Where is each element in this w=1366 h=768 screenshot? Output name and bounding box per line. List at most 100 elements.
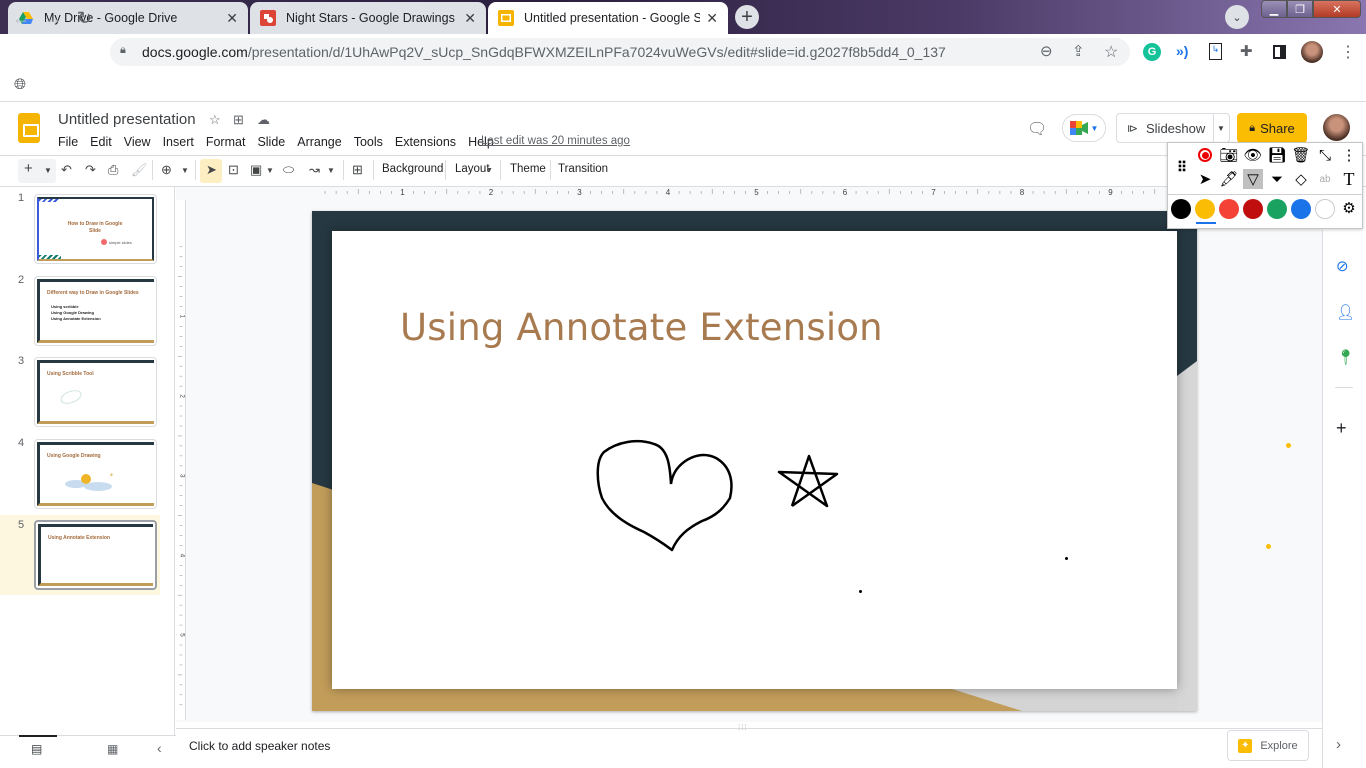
- color-swatch-black[interactable]: [1171, 199, 1191, 219]
- color-swatch-red[interactable]: [1219, 199, 1239, 219]
- layout-button[interactable]: Layout: [455, 163, 490, 175]
- notes-resize-handle[interactable]: ⁞⁞⁞: [738, 723, 748, 732]
- background-button[interactable]: Background: [382, 163, 443, 175]
- highlighter-icon[interactable]: ⏷: [1267, 169, 1287, 189]
- zoom-icon[interactable]: ⊕: [161, 162, 172, 178]
- get-addons-icon[interactable]: +: [1336, 418, 1347, 439]
- forward-icon[interactable]: →: [44, 8, 62, 29]
- color-swatch-green[interactable]: [1267, 199, 1287, 219]
- print-icon[interactable]: ⎙: [108, 162, 118, 178]
- menu-file[interactable]: File: [58, 135, 78, 149]
- menu-format[interactable]: Format: [206, 135, 246, 149]
- slide-thumbnail-4[interactable]: Using Google Drawing ✦: [34, 439, 157, 509]
- pen-icon[interactable]: ▽: [1243, 169, 1263, 189]
- close-tab-icon[interactable]: ✕: [706, 10, 718, 27]
- more-icon[interactable]: ⋮: [1339, 145, 1359, 165]
- share-button[interactable]: 🔒︎ Share: [1237, 113, 1307, 143]
- drag-handle-icon[interactable]: ⠿: [1172, 157, 1192, 177]
- slide-title[interactable]: Using Annotate Extension: [400, 306, 883, 349]
- menu-arrange[interactable]: Arrange: [297, 135, 341, 149]
- color-swatch-yellow[interactable]: [1195, 199, 1215, 219]
- collapse-panel-icon[interactable]: ‹: [157, 740, 162, 756]
- side-panel-icon[interactable]: [1273, 45, 1286, 59]
- settings-gear-icon[interactable]: ⚙︎: [1339, 198, 1359, 218]
- grammarly-extension-icon[interactable]: G: [1143, 43, 1161, 61]
- collapse-icon[interactable]: ⤡: [1315, 145, 1335, 165]
- new-tab-button[interactable]: +: [735, 5, 759, 29]
- text-box-icon[interactable]: ⊡: [228, 162, 239, 178]
- record-icon[interactable]: [1195, 145, 1215, 165]
- url-text[interactable]: docs.google.com/presentation/d/1UhAwPq2V…: [142, 44, 946, 60]
- close-tab-icon[interactable]: ✕: [226, 10, 238, 27]
- image-dropdown-icon[interactable]: ▼: [266, 166, 274, 175]
- share-page-icon[interactable]: ⇪: [1072, 42, 1085, 60]
- tasks-icon[interactable]: ⊘: [1336, 257, 1349, 275]
- menu-view[interactable]: View: [124, 135, 151, 149]
- reload-icon[interactable]: ↻: [77, 8, 92, 29]
- filmstrip-view-icon[interactable]: ▤: [31, 742, 42, 756]
- cloud-status-icon[interactable]: ☁︎: [257, 112, 270, 128]
- star-icon[interactable]: ☆: [209, 112, 221, 128]
- maximize-button[interactable]: ❐: [1287, 0, 1313, 18]
- slide-thumbnail-5[interactable]: Using Annotate Extension: [34, 520, 157, 590]
- close-window-button[interactable]: ✕: [1313, 0, 1361, 18]
- document-title[interactable]: Untitled presentation: [58, 111, 196, 128]
- explore-button[interactable]: ✦ Explore: [1227, 730, 1309, 761]
- globe-icon[interactable]: 🌐︎: [14, 76, 26, 93]
- tab-night-stars[interactable]: Night Stars - Google Drawings ✕: [250, 2, 486, 34]
- theme-button[interactable]: Theme: [510, 163, 546, 175]
- slides-logo-icon[interactable]: [18, 113, 40, 143]
- color-swatch-dark-red[interactable]: [1243, 199, 1263, 219]
- account-avatar[interactable]: [1323, 114, 1350, 141]
- slide-thumbnail-2[interactable]: Different way to Draw in Google Slides U…: [34, 276, 157, 346]
- maps-icon[interactable]: 📍︎: [1336, 348, 1355, 366]
- paint-format-icon[interactable]: 🖌︎: [131, 162, 148, 178]
- minimize-button[interactable]: ▁: [1261, 0, 1287, 18]
- slide-thumbnail-3[interactable]: Using Scribble Tool: [34, 357, 157, 427]
- lock-icon[interactable]: 🔒︎: [120, 44, 126, 57]
- read-aloud-extension-icon[interactable]: »): [1176, 43, 1188, 59]
- slide-canvas[interactable]: Using Annotate Extension: [312, 211, 1197, 711]
- add-comment-icon[interactable]: ⊞: [352, 162, 363, 178]
- page-extension-icon[interactable]: ↳: [1209, 43, 1222, 60]
- trash-icon[interactable]: 🗑︎: [1291, 145, 1311, 165]
- new-slide-dropdown-icon[interactable]: ▼: [44, 166, 52, 175]
- profile-avatar[interactable]: [1301, 41, 1323, 63]
- slideshow-button[interactable]: ⧐ Slideshow: [1116, 113, 1214, 143]
- comment-history-icon[interactable]: 🗨︎: [1027, 119, 1047, 139]
- speaker-notes-panel[interactable]: [176, 728, 1322, 768]
- tab-search-button[interactable]: ⌄: [1225, 5, 1249, 29]
- redo-icon[interactable]: ↷: [85, 162, 96, 178]
- zoom-icon[interactable]: ⊖: [1040, 42, 1053, 60]
- chrome-menu-icon[interactable]: ⋮: [1340, 42, 1356, 62]
- expand-side-panel-icon[interactable]: ›: [1336, 736, 1341, 753]
- color-swatch-white[interactable]: [1315, 199, 1335, 219]
- shape-icon[interactable]: ⬭: [283, 162, 294, 178]
- layout-dropdown-icon[interactable]: ▼: [486, 167, 493, 174]
- marker-icon[interactable]: 🖋︎: [1219, 169, 1239, 189]
- extensions-puzzle-icon[interactable]: ✚: [1240, 42, 1253, 60]
- speaker-notes-placeholder[interactable]: Click to add speaker notes: [189, 739, 330, 753]
- menu-tools[interactable]: Tools: [354, 135, 383, 149]
- color-swatch-blue[interactable]: [1291, 199, 1311, 219]
- save-icon[interactable]: 💾︎: [1267, 145, 1287, 165]
- move-folder-icon[interactable]: ⊞: [233, 112, 244, 128]
- slide-thumbnail-1[interactable]: How to Draw in Google Slide simple slide…: [34, 194, 157, 264]
- grid-view-icon[interactable]: ▦: [107, 742, 118, 756]
- contacts-icon[interactable]: 👤︎: [1336, 303, 1355, 321]
- zoom-dropdown-icon[interactable]: ▼: [181, 166, 189, 175]
- insert-image-icon[interactable]: ▣: [250, 162, 262, 178]
- bookmark-star-icon[interactable]: ☆: [1104, 42, 1118, 62]
- eye-icon[interactable]: 👁︎: [1243, 145, 1263, 165]
- back-icon[interactable]: ←: [12, 8, 30, 29]
- slideshow-dropdown[interactable]: ▼: [1213, 113, 1230, 143]
- menu-insert[interactable]: Insert: [163, 135, 194, 149]
- text-icon[interactable]: T: [1339, 169, 1359, 189]
- vertical-ruler[interactable]: 1 2 3 4 5: [176, 200, 186, 720]
- camera-icon[interactable]: 📷︎: [1219, 145, 1239, 165]
- menu-extensions[interactable]: Extensions: [395, 135, 456, 149]
- horizontal-ruler[interactable]: 1 2 3 4 5 6 7 8 9: [312, 187, 1162, 197]
- transition-button[interactable]: Transition: [558, 163, 608, 175]
- undo-icon[interactable]: ↶: [61, 162, 72, 178]
- pointer-icon[interactable]: ➤: [1195, 169, 1215, 189]
